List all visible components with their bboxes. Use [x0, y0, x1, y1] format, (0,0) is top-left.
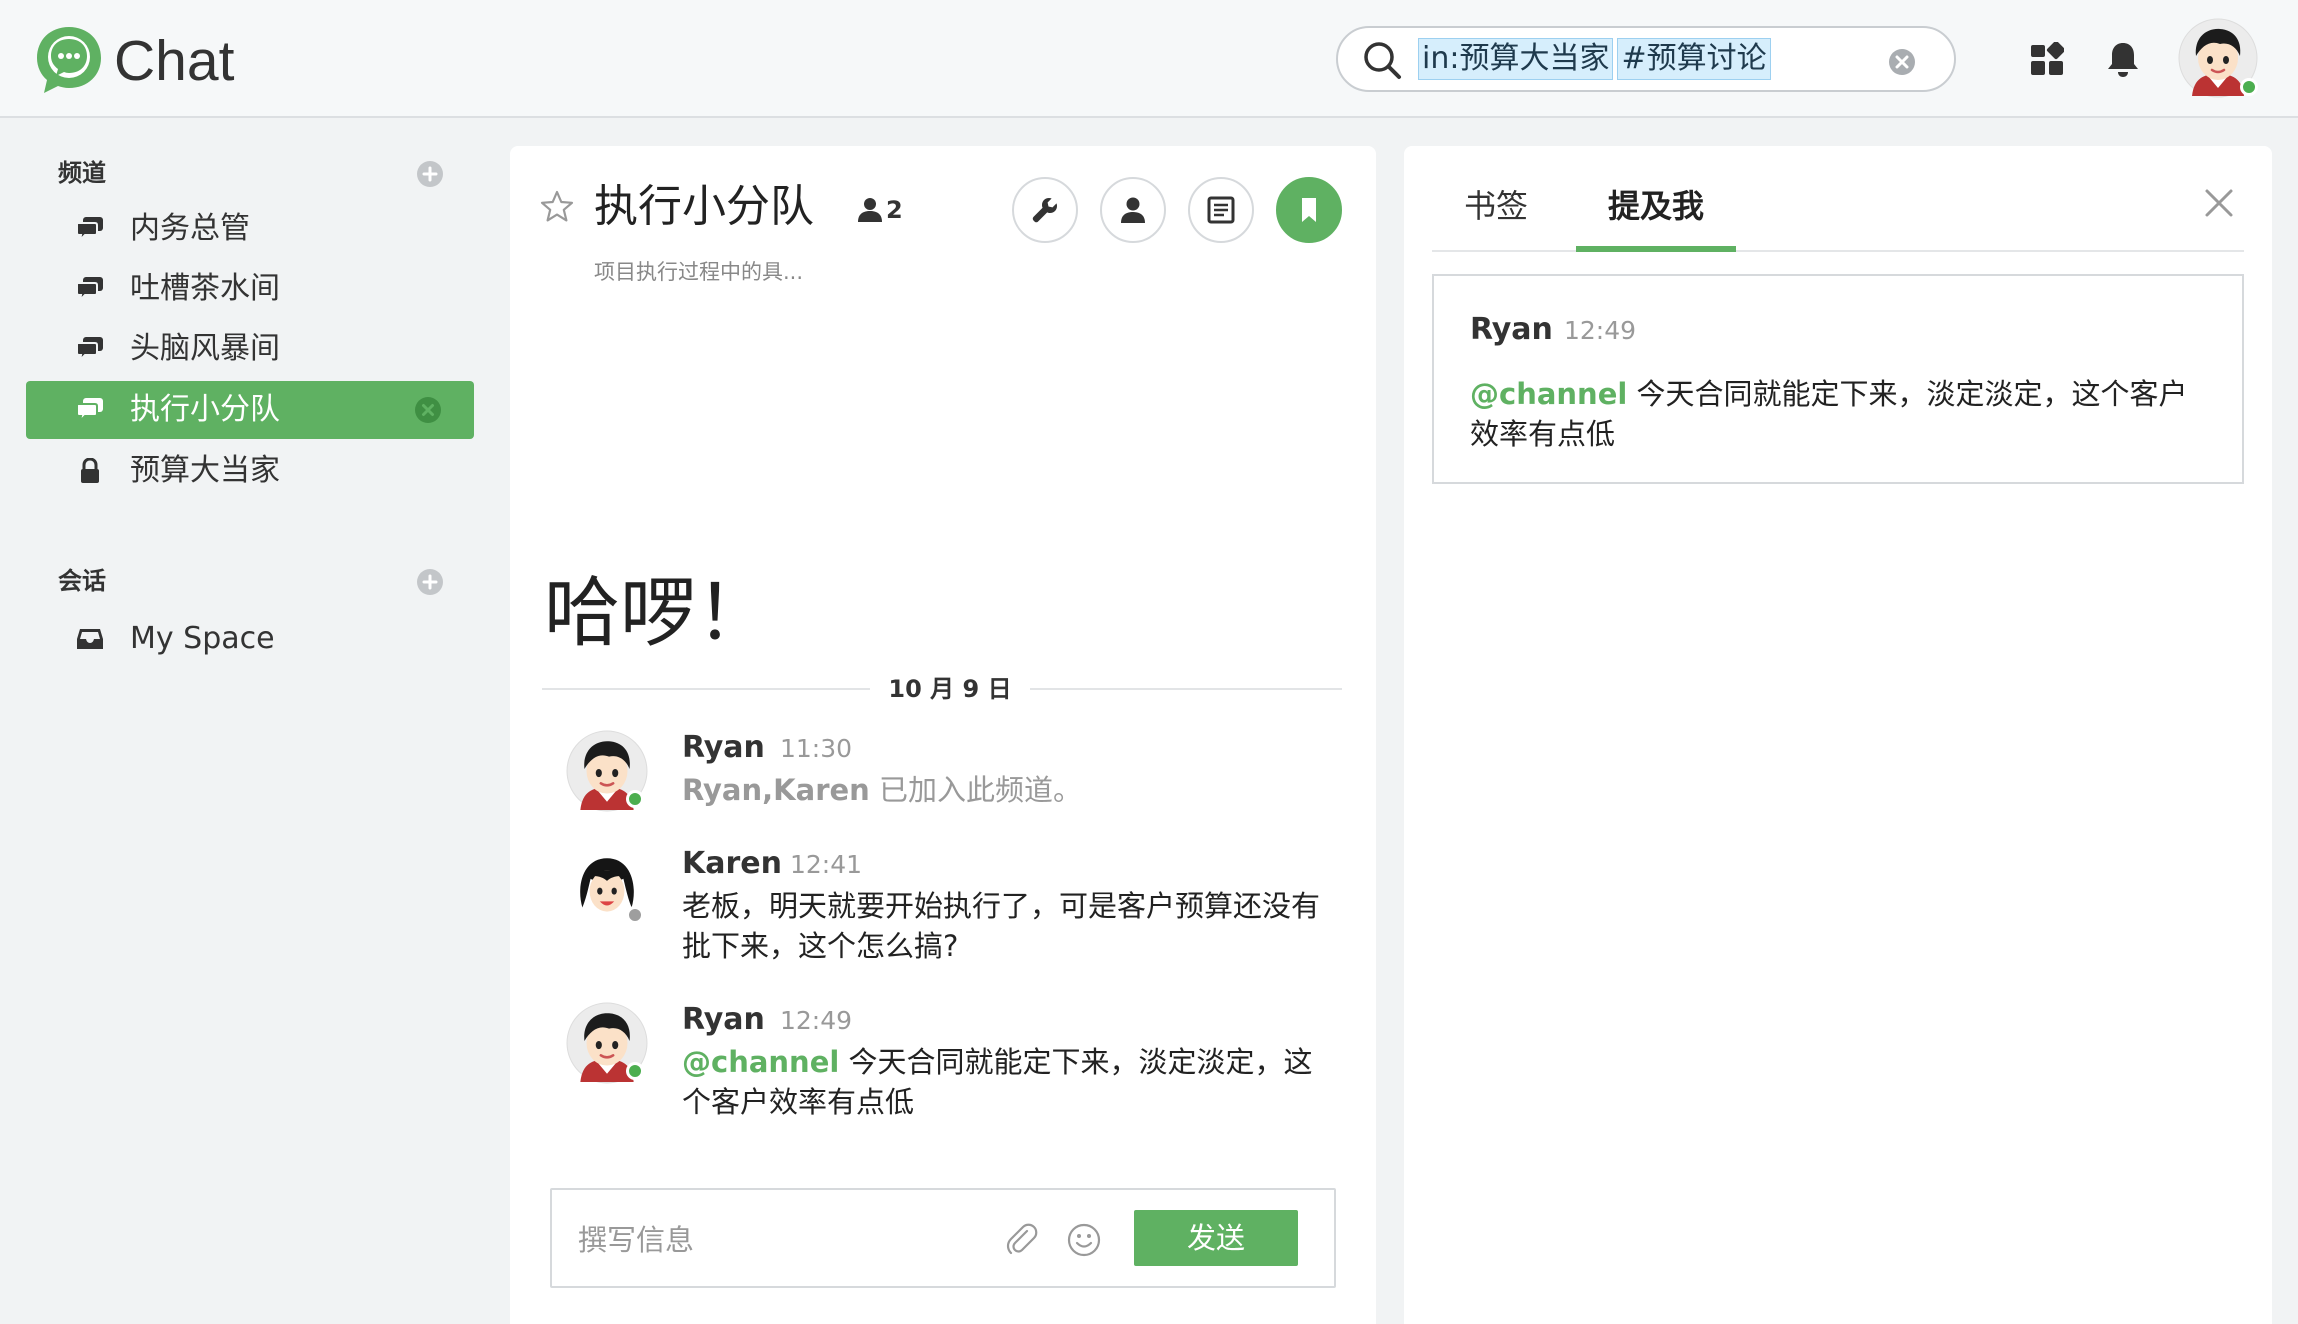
online-status	[626, 1062, 644, 1080]
close-icon[interactable]	[2202, 186, 2236, 220]
smiley-icon[interactable]	[1066, 1222, 1102, 1258]
active-tab-indicator	[1576, 246, 1736, 252]
mentions-panel: 书签 提及我 Ryan 12:49 @channel 今天合同就能定下来，淡定淡…	[1404, 146, 2272, 1324]
sidebar-item-label: 吐槽茶水间	[130, 271, 280, 306]
message-time: 12:49	[780, 1006, 853, 1035]
search-token-hashtag[interactable]: #预算讨论	[1617, 38, 1771, 80]
date-divider-label: 10 月 9 日	[870, 674, 1030, 704]
channel-mention[interactable]: @channel	[1470, 377, 1627, 411]
message-text: Ryan,Karen 已加入此频道。	[682, 770, 1322, 810]
add-channel-icon[interactable]	[416, 160, 444, 188]
document-list-icon	[1206, 195, 1236, 225]
sidebar-item-execution-team[interactable]: 执行小分队	[26, 381, 474, 439]
message-time: 11:30	[780, 734, 853, 763]
search-box[interactable]: in:预算大当家 #预算讨论	[1336, 26, 1956, 92]
search-query[interactable]: in:预算大当家 #预算讨论	[1418, 38, 1775, 80]
clear-search-icon[interactable]	[1888, 48, 1916, 76]
message-composer: 发送	[550, 1188, 1336, 1288]
bookmarks-button[interactable]	[1276, 177, 1342, 243]
message-author[interactable]: Ryan	[682, 1002, 765, 1038]
close-channel-icon[interactable]	[414, 396, 442, 424]
sidebar-item-brainstorm[interactable]: 头脑风暴间	[26, 320, 474, 378]
search-icon	[1362, 40, 1402, 80]
message-time: 12:49	[1564, 316, 1637, 345]
top-bar: Chat in:预算大当家 #预算讨论	[0, 0, 2298, 118]
system-text: 已加入此频道。	[869, 773, 1083, 807]
sidebar-item-neiwu[interactable]: 内务总管	[26, 200, 474, 258]
add-conversation-icon[interactable]	[416, 568, 444, 596]
channel-description: 项目执行过程中的具...	[594, 260, 804, 284]
chat-bubbles-icon	[76, 336, 104, 362]
channel-welcome: 哈啰！	[544, 568, 772, 657]
sidebar-item-my-space[interactable]: My Space	[26, 610, 474, 668]
sidebar-item-label: 内务总管	[130, 211, 250, 246]
sidebar-item-label: 预算大当家	[130, 453, 280, 488]
sidebar-item-label: 头脑风暴间	[130, 331, 280, 366]
channels-section-title: 频道	[58, 159, 106, 187]
tab-bookmarks[interactable]: 书签	[1464, 186, 1528, 226]
message-time: 12:41	[790, 850, 863, 879]
channel-mention[interactable]: @channel	[682, 1045, 839, 1079]
chat-bubbles-icon	[76, 216, 104, 242]
online-status	[626, 790, 644, 808]
member-count-value: 2	[886, 196, 903, 224]
wrench-icon	[1030, 195, 1060, 225]
chat-bubbles-icon	[76, 397, 104, 423]
sidebar-item-label: My Space	[130, 621, 275, 656]
sidebar-item-budget[interactable]: 预算大当家	[26, 442, 474, 500]
app-title: Chat	[114, 29, 235, 93]
channel-settings-button[interactable]	[1012, 177, 1078, 243]
files-button[interactable]	[1188, 177, 1254, 243]
channel-title: 执行小分队	[594, 181, 814, 232]
tabs-divider	[1432, 250, 2244, 252]
tab-mentions[interactable]: 提及我	[1608, 186, 1704, 226]
bell-icon[interactable]	[2106, 40, 2140, 78]
message-author[interactable]: Karen	[682, 846, 782, 882]
sidebar-item-tucao[interactable]: 吐槽茶水间	[26, 260, 474, 318]
joined-users: Ryan,Karen	[682, 773, 870, 807]
person-icon	[1118, 195, 1148, 225]
members-button[interactable]	[1100, 177, 1166, 243]
message-text: @channel 今天合同就能定下来，淡定淡定，这个客户效率有点低	[682, 1042, 1322, 1122]
star-icon[interactable]	[540, 190, 574, 224]
chat-logo-icon	[34, 24, 104, 96]
message-author[interactable]: Ryan	[682, 730, 765, 766]
inbox-icon	[76, 626, 104, 652]
person-icon	[856, 196, 884, 224]
message-text: 老板，明天就要开始执行了，可是客户预算还没有批下来，这个怎么搞?	[682, 889, 1321, 963]
message-text: @channel 今天合同就能定下来，淡定淡定，这个客户效率有点低	[1470, 374, 2210, 454]
message-author[interactable]: Ryan	[1470, 312, 1553, 348]
user-online-status	[2240, 78, 2258, 96]
sidebar-item-label: 执行小分队	[130, 392, 280, 427]
sidebar: 频道 内务总管 吐槽茶水间 头脑风暴间 执行小分队 预算大当家 会话 My Sp…	[0, 118, 490, 1324]
bookmark-icon	[1294, 195, 1324, 225]
offline-status	[626, 906, 644, 924]
channel-panel: 执行小分队 2 项目执行过程中的具... 哈啰！ 10 月 9 日 Ryan 1…	[510, 146, 1376, 1324]
paperclip-icon[interactable]	[1004, 1222, 1040, 1258]
search-token-scope[interactable]: in:预算大当家	[1418, 38, 1614, 80]
send-button[interactable]: 发送	[1134, 1210, 1298, 1266]
conversations-section-title: 会话	[58, 567, 106, 595]
message-input[interactable]	[576, 1210, 1000, 1270]
lock-icon	[76, 458, 104, 484]
mention-item[interactable]: Ryan 12:49 @channel 今天合同就能定下来，淡定淡定，这个客户效…	[1432, 274, 2244, 484]
apps-icon[interactable]	[2030, 42, 2064, 76]
chat-bubbles-icon	[76, 276, 104, 302]
